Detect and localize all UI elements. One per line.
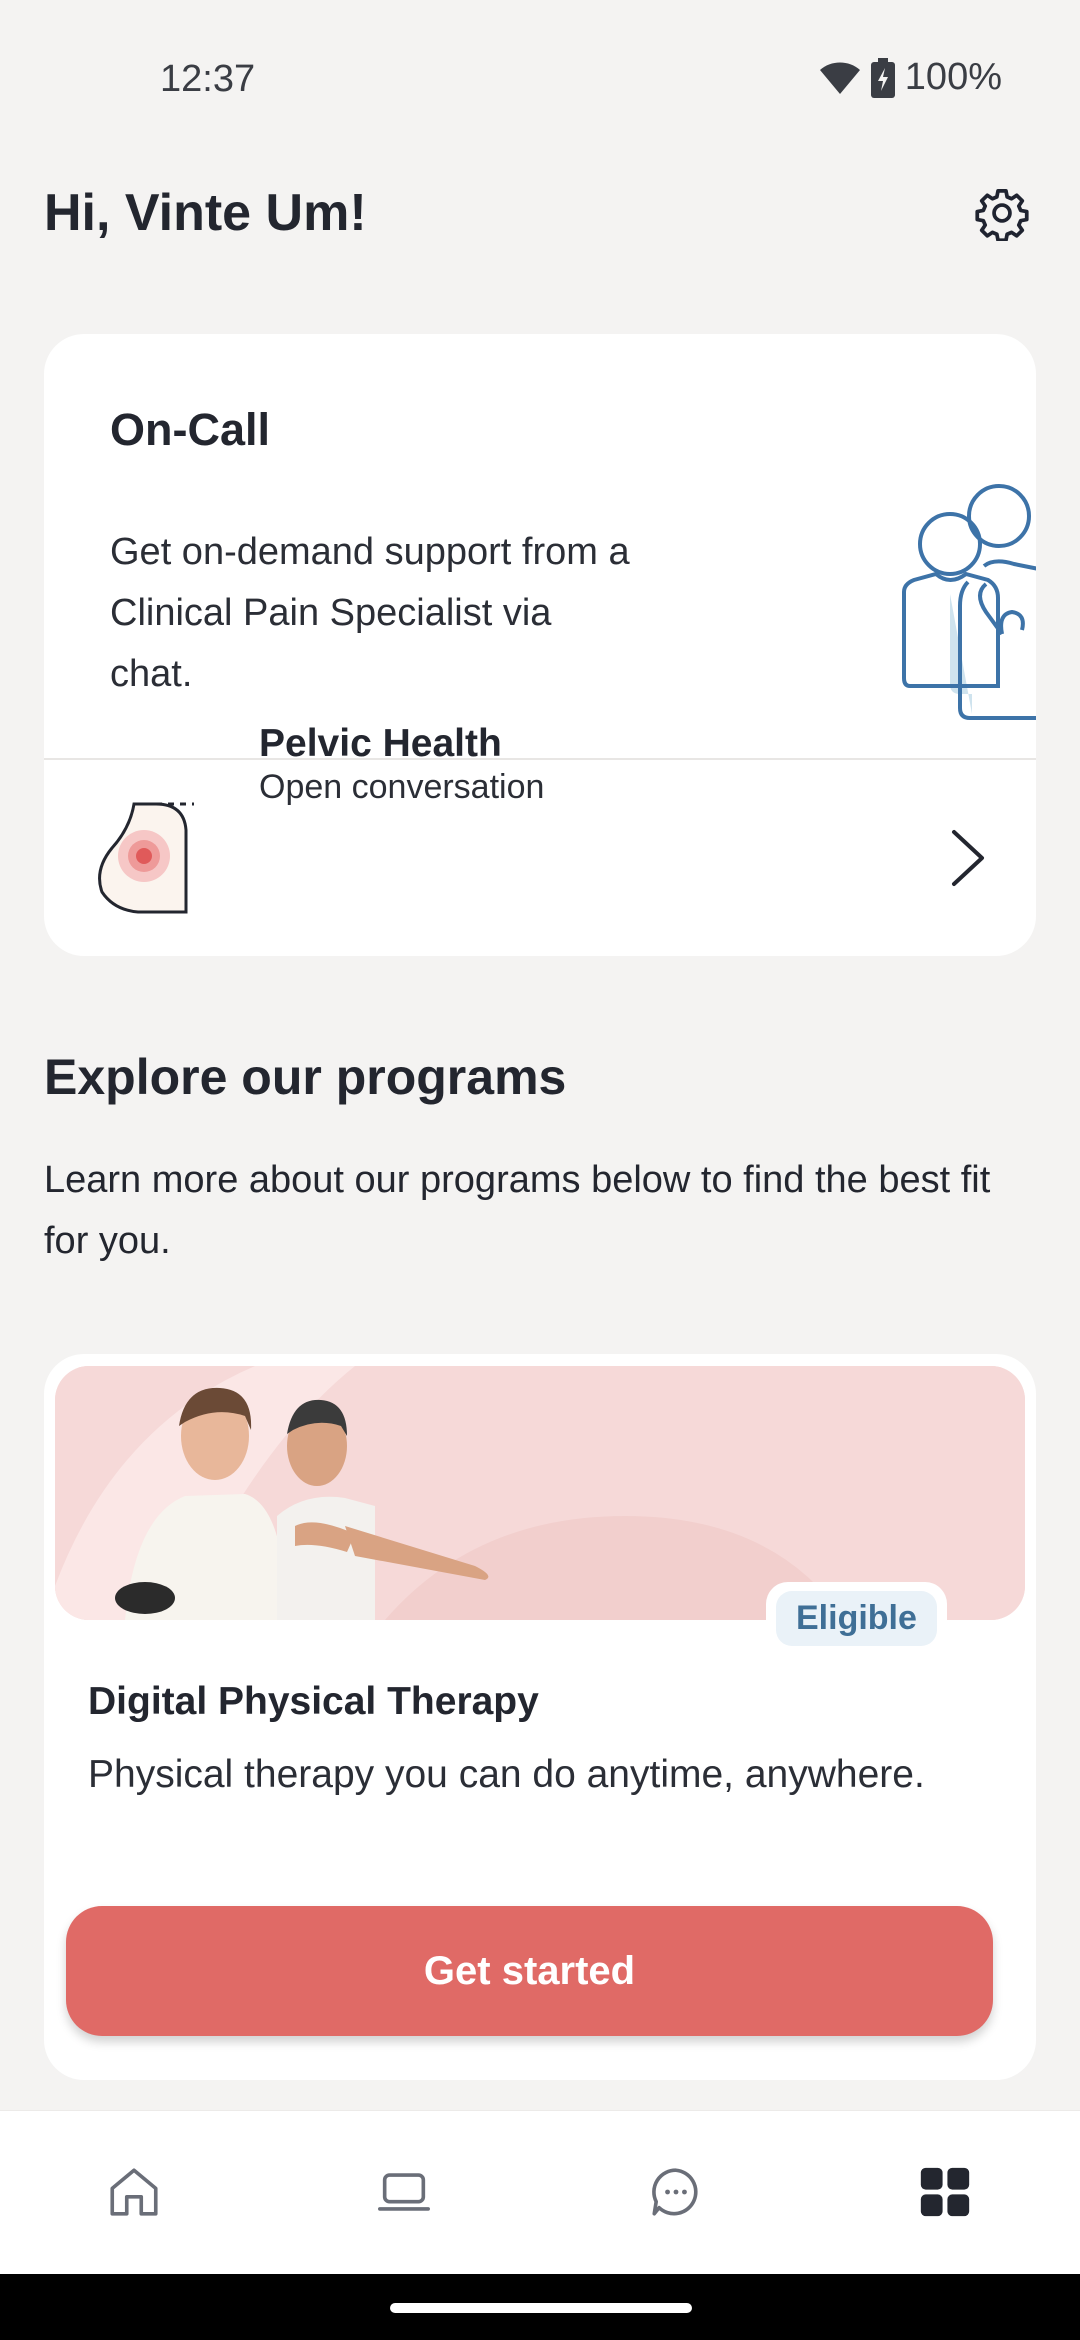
programs-section-description: Learn more about our programs below to f… bbox=[44, 1159, 991, 1262]
gear-icon bbox=[975, 188, 1029, 241]
eligible-badge: Eligible bbox=[766, 1582, 947, 1654]
home-gesture-bar[interactable] bbox=[390, 2303, 692, 2313]
greeting-title: Hi, Vinte Um! bbox=[44, 184, 367, 242]
settings-button[interactable] bbox=[972, 183, 1032, 243]
home-icon bbox=[110, 2168, 158, 2216]
specialists-illustration-icon bbox=[902, 484, 1036, 720]
get-started-button[interactable]: Get started bbox=[66, 1906, 993, 2036]
chevron-right-icon bbox=[952, 830, 984, 886]
status-time: 12:37 bbox=[160, 58, 256, 100]
system-gesture-area bbox=[0, 2274, 1080, 2340]
programs-section-title: Explore our programs bbox=[44, 1049, 567, 1105]
chat-icon bbox=[652, 2168, 698, 2216]
conversation-subtitle: Open conversation bbox=[259, 768, 545, 806]
eligible-badge-label: Eligible bbox=[776, 1590, 937, 1646]
grid-icon bbox=[920, 2167, 970, 2217]
pelvis-icon bbox=[98, 802, 194, 914]
wifi-icon bbox=[819, 62, 860, 94]
battery-icon bbox=[870, 57, 895, 98]
oncall-title: On-Call bbox=[110, 404, 271, 455]
status-indicators: 100% bbox=[819, 56, 1002, 99]
nav-home[interactable] bbox=[99, 2157, 169, 2227]
nav-sessions[interactable] bbox=[369, 2157, 439, 2227]
battery-percent: 100% bbox=[904, 56, 1002, 98]
oncall-description: Get on-demand support from a Clinical Pa… bbox=[110, 531, 630, 695]
nav-chat[interactable] bbox=[641, 2157, 711, 2227]
program-card-digital-physical-therapy[interactable]: Eligible Digital Physical Therapy Physic… bbox=[44, 1354, 1036, 2080]
program-description: Physical therapy you can do anytime, any… bbox=[88, 1753, 925, 1796]
oncall-card: On-Call Get on-demand support from a Cli… bbox=[44, 334, 1036, 956]
conversation-title: Pelvic Health bbox=[259, 722, 502, 765]
status-bar: 12:37 100% bbox=[0, 0, 1080, 160]
laptop-icon bbox=[378, 2173, 430, 2211]
bottom-navigation bbox=[0, 2110, 1080, 2274]
program-title: Digital Physical Therapy bbox=[88, 1680, 539, 1723]
nav-programs[interactable] bbox=[910, 2157, 980, 2227]
